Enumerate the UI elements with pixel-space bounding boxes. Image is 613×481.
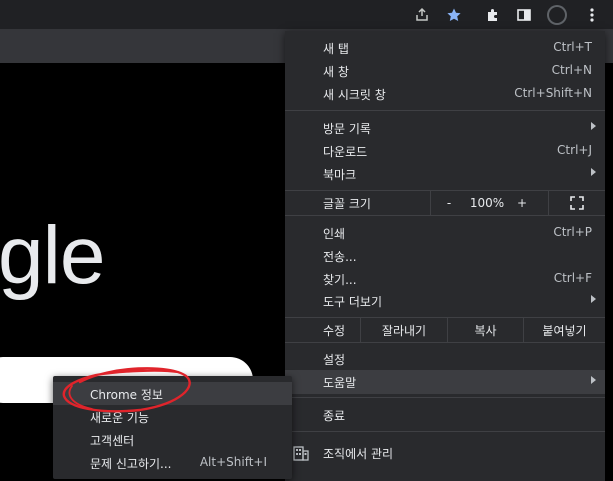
menu-item-bookmarks[interactable]: 북마크 [285,162,605,186]
menu-item-settings[interactable]: 설정 [285,347,605,371]
submenu-item-whats-new[interactable]: 새로운 기능 [53,405,292,428]
menu-item-more-tools[interactable]: 도구 더보기 [285,289,605,313]
extensions-icon[interactable] [481,3,505,27]
submenu-item-report-issue[interactable]: 문제 신고하기... Alt+Shift+I [53,451,292,474]
edit-row: 수정 잘라내기 복사 붙여넣기 [285,318,605,342]
building-icon [293,445,309,461]
menu-item-new-window[interactable]: 새 창 Ctrl+N [285,59,605,83]
profile-avatar[interactable] [545,3,569,27]
chevron-right-icon [591,168,596,176]
share-icon[interactable] [410,3,434,27]
submenu-item-about-chrome[interactable]: Chrome 정보 [53,382,292,405]
chevron-right-icon [591,376,596,384]
fullscreen-icon[interactable] [549,191,605,215]
menu-item-label: 도움말 [323,376,357,390]
menu-item-exit[interactable]: 종료 [285,403,605,427]
paste-button[interactable]: 붙여넣기 [524,318,605,342]
menu-item-label: 종료 [323,409,346,423]
menu-item-print[interactable]: 인쇄 Ctrl+P [285,221,605,245]
menu-item-new-tab[interactable]: 새 탭 Ctrl+T [285,36,605,60]
bookmark-star-icon[interactable] [442,3,466,27]
help-submenu: Chrome 정보 새로운 기능 고객센터 문제 신고하기... Alt+Shi… [53,376,292,479]
menu-item-label: 방문 기록 [323,122,371,136]
menu-item-label: 조직에서 관리 [323,447,394,461]
menu-kebab-icon[interactable] [580,3,604,27]
menu-divider [285,110,605,111]
menu-item-label: 새 탭 [323,42,349,56]
edit-label: 수정 [323,323,346,338]
menu-divider [285,215,605,216]
menu-item-label: 도구 더보기 [323,295,383,309]
menu-item-shortcut: Ctrl+F [553,271,592,285]
menu-item-label: 다운로드 [323,145,368,159]
menu-divider [285,397,605,398]
chrome-main-menu: 새 탭 Ctrl+T 새 창 Ctrl+N 새 시크릿 창 Ctrl+Shift… [285,31,605,481]
submenu-item-label: 문제 신고하기... [90,457,172,471]
zoom-level: 100% [469,196,505,210]
menu-item-shortcut: Ctrl+J [557,143,592,157]
menu-item-label: 찾기... [323,273,357,287]
menu-item-label: 전송... [323,250,357,264]
submenu-item-label: 고객센터 [90,434,135,448]
submenu-item-help-center[interactable]: 고객센터 [53,428,292,451]
submenu-item-label: Chrome 정보 [90,388,163,402]
side-panel-icon[interactable] [512,3,536,27]
zoom-label: 글꼴 크기 [323,196,371,211]
menu-item-shortcut: Ctrl+Shift+N [514,86,592,100]
zoom-out-button[interactable]: - [431,191,467,215]
submenu-item-label: 새로운 기능 [90,411,150,425]
submenu-item-shortcut: Alt+Shift+I [199,455,267,469]
menu-item-shortcut: Ctrl+N [551,63,592,77]
menu-item-incognito[interactable]: 새 시크릿 창 Ctrl+Shift+N [285,82,605,106]
menu-divider [285,342,605,343]
google-logo-partial: gle [0,210,105,301]
menu-item-history[interactable]: 방문 기록 [285,116,605,140]
menu-item-downloads[interactable]: 다운로드 Ctrl+J [285,139,605,163]
menu-item-label: 새 창 [323,65,349,79]
zoom-in-button[interactable]: + [507,191,537,215]
menu-item-shortcut: Ctrl+T [553,40,592,54]
menu-item-find[interactable]: 찾기... Ctrl+F [285,267,605,291]
menu-item-label: 설정 [323,353,346,367]
copy-button[interactable]: 복사 [448,318,523,342]
browser-toolbar [0,0,613,29]
menu-item-label: 인쇄 [323,227,346,241]
menu-divider [285,431,605,432]
menu-item-cast[interactable]: 전송... [285,244,605,268]
cut-button[interactable]: 잘라내기 [361,318,447,342]
menu-item-help[interactable]: 도움말 [285,370,605,394]
menu-item-label: 새 시크릿 창 [323,88,386,102]
chevron-right-icon [591,295,596,303]
menu-item-managed[interactable]: 조직에서 관리 [285,441,605,465]
chevron-right-icon [591,122,596,130]
menu-item-shortcut: Ctrl+P [553,225,592,239]
menu-item-label: 북마크 [323,168,357,182]
zoom-row: 글꼴 크기 - 100% + [285,191,605,215]
